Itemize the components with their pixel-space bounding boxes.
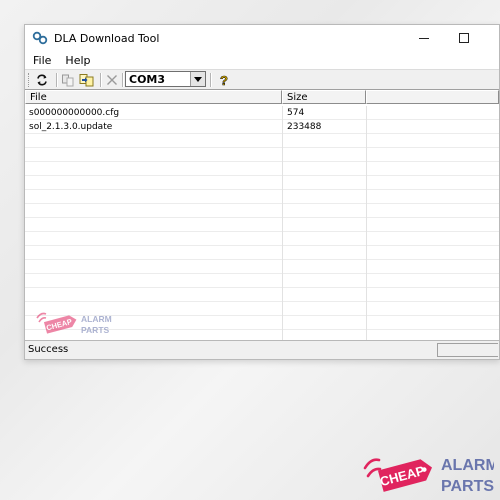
list-rows: s000000000000.cfg 574 sol_2.1.3.0.update… bbox=[25, 107, 499, 134]
list-header: File Size bbox=[25, 90, 499, 106]
help-icon: ? bbox=[220, 73, 229, 87]
toolbar-grip[interactable] bbox=[28, 73, 31, 87]
column-header-size[interactable]: Size bbox=[282, 90, 366, 104]
toolbar-separator bbox=[56, 73, 58, 87]
refresh-icon bbox=[37, 74, 47, 86]
file-size: 233488 bbox=[287, 121, 322, 132]
chevron-down-icon bbox=[194, 76, 202, 82]
toolbar-separator bbox=[100, 73, 102, 87]
copy-icon bbox=[62, 74, 74, 87]
dropdown-arrow-button[interactable] bbox=[190, 72, 205, 86]
download-icon bbox=[79, 74, 94, 87]
maximize-button[interactable] bbox=[449, 25, 479, 51]
column-divider bbox=[282, 106, 283, 342]
column-divider bbox=[366, 106, 367, 342]
column-header-file[interactable]: File bbox=[25, 90, 282, 104]
help-button[interactable]: ? bbox=[215, 72, 233, 88]
menu-bar: File Help bbox=[25, 52, 499, 68]
window-title: DLA Download Tool bbox=[54, 31, 160, 45]
maximize-icon bbox=[459, 33, 469, 43]
list-row[interactable]: sol_2.1.3.0.update 233488 bbox=[25, 121, 499, 135]
file-name: s000000000000.cfg bbox=[29, 108, 120, 118]
toolbar: COM3 ? bbox=[25, 69, 499, 91]
file-size: 574 bbox=[287, 108, 305, 118]
watermark-logo: CHEAP ALARM PARTS bbox=[36, 312, 112, 335]
minimize-icon bbox=[419, 37, 429, 39]
grid-lines bbox=[25, 106, 499, 342]
toolbar-separator bbox=[122, 73, 124, 87]
list-row[interactable]: s000000000000.cfg 574 bbox=[25, 107, 499, 121]
svg-text:ALARM: ALARM bbox=[441, 457, 494, 474]
toolbar-separator bbox=[210, 73, 212, 87]
port-select[interactable]: COM3 bbox=[125, 71, 206, 87]
svg-text:ALARM: ALARM bbox=[81, 314, 112, 324]
delete-button[interactable] bbox=[103, 72, 121, 88]
svg-text:?: ? bbox=[220, 73, 228, 87]
app-window: DLA Download Tool File Help COM3 ? File … bbox=[24, 24, 500, 360]
file-list[interactable]: File Size s000000000000.cfg 574 sol_2.1.… bbox=[25, 89, 499, 342]
brand-logo: CHEAP ALARM PARTS bbox=[363, 457, 494, 495]
menu-file[interactable]: File bbox=[25, 54, 58, 67]
menu-help[interactable]: Help bbox=[58, 54, 97, 67]
minimize-button[interactable] bbox=[409, 25, 439, 51]
title-bar[interactable]: DLA Download Tool bbox=[25, 25, 499, 51]
port-value: COM3 bbox=[129, 73, 166, 86]
status-panel bbox=[437, 343, 498, 357]
download-button[interactable] bbox=[78, 72, 96, 88]
status-bar: Success bbox=[25, 340, 499, 359]
app-icon bbox=[32, 31, 48, 45]
svg-text:PARTS: PARTS bbox=[81, 325, 110, 335]
refresh-button[interactable] bbox=[33, 72, 51, 88]
status-text: Success bbox=[28, 344, 69, 355]
file-name: sol_2.1.3.0.update bbox=[29, 121, 113, 132]
column-header-empty bbox=[366, 90, 499, 104]
copy-button[interactable] bbox=[59, 72, 77, 88]
delete-icon bbox=[107, 75, 117, 85]
svg-text:PARTS: PARTS bbox=[441, 478, 494, 495]
